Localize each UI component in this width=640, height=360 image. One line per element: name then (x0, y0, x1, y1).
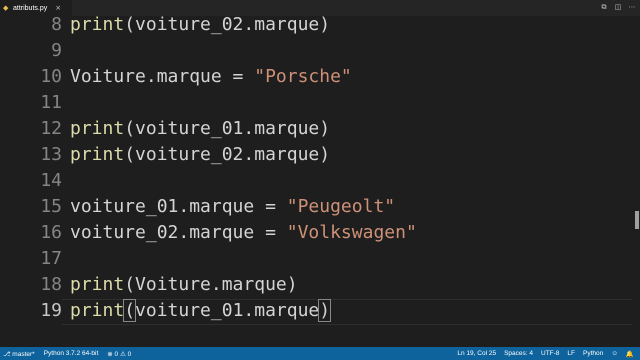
code-token: voiture_02.marque = (70, 222, 287, 243)
end-of-line[interactable]: LF (567, 350, 575, 357)
line-number: 16 (40, 222, 62, 243)
code-line[interactable]: print(voiture_01.marque) (70, 298, 332, 324)
line-number: 8 (51, 16, 62, 35)
problems-indicator[interactable]: ⊗ 0 ⚠ 0 (107, 350, 131, 358)
line-number: 15 (40, 196, 62, 217)
code-token: print (70, 144, 125, 165)
line-number: 11 (40, 92, 62, 113)
python-interpreter[interactable]: Python 3.7.2 64-bit (44, 350, 99, 357)
feedback-icon[interactable]: ☺ (611, 350, 618, 357)
language-mode[interactable]: Python (583, 350, 603, 357)
code-token: voiture_01.marque (135, 300, 320, 321)
code-token: print (70, 300, 125, 321)
indentation[interactable]: Spaces: 4 (504, 350, 533, 357)
close-icon[interactable]: × (55, 4, 61, 12)
code-token: "Peugeolt" (286, 196, 396, 217)
warning-count: 0 (127, 350, 132, 358)
code-line[interactable]: Voiture.marque = "Porsche" (70, 64, 352, 90)
code-token: voiture_01.marque = (70, 196, 287, 217)
cursor-position[interactable]: Ln 19, Col 25 (457, 350, 496, 357)
code-token: "Porsche" (254, 66, 352, 87)
line-number: 19 (40, 300, 62, 321)
line-number: 17 (40, 248, 62, 269)
code-token: print (70, 16, 125, 35)
code-token: (voiture_01.marque) (124, 118, 331, 139)
code-line[interactable]: voiture_02.marque = "Volkswagen" (70, 220, 417, 246)
line-number: 12 (40, 118, 62, 139)
more-actions-icon[interactable]: ⋯ (628, 3, 636, 12)
code-token: print (70, 274, 125, 295)
code-line[interactable]: print(voiture_02.marque) (70, 142, 330, 168)
line-number: 9 (51, 40, 62, 61)
code-line[interactable]: print(Voiture.marque) (70, 272, 298, 298)
python-file-icon: ◆ (3, 4, 9, 12)
code-token: (voiture_02.marque) (124, 16, 331, 35)
code-token: (voiture_02.marque) (124, 144, 331, 165)
encoding[interactable]: UTF-8 (541, 350, 559, 357)
branch-name: master* (12, 350, 35, 358)
tab-filename: attributs.py (13, 4, 48, 12)
code-token: ) (318, 299, 332, 322)
vertical-scrollbar[interactable] (632, 16, 640, 347)
code-line[interactable]: print(voiture_02.marque) (70, 16, 330, 38)
tab-bar: ◆ attributs.py × ⧉ ◫ ⋯ (0, 0, 640, 16)
line-number: 10 (40, 66, 62, 87)
code-token: (Voiture.marque) (124, 274, 298, 295)
code-line[interactable]: print(voiture_01.marque) (70, 116, 330, 142)
line-number: 18 (40, 274, 62, 295)
code-token: print (70, 118, 125, 139)
scrollbar-thumb[interactable] (635, 211, 639, 229)
status-bar: ⎇ master* Python 3.7.2 64-bit ⊗ 0 ⚠ 0 Ln… (0, 347, 640, 360)
error-count: 0 (114, 350, 119, 358)
editor-actions: ⧉ ◫ ⋯ (600, 3, 636, 12)
code-token: ( (123, 299, 137, 322)
code-token: Voiture.marque = (70, 66, 255, 87)
open-changes-icon[interactable]: ⧉ (600, 3, 608, 12)
line-number: 14 (40, 170, 62, 191)
code-editor[interactable]: 8 9 10 11 12 13 14 15 16 17 18 19 print(voiture_02.… (0, 16, 640, 347)
tab-attributs-py[interactable]: ◆ attributs.py × (0, 0, 72, 16)
code-line[interactable]: voiture_01.marque = "Peugeolt" (70, 194, 395, 220)
line-number: 13 (40, 144, 62, 165)
split-editor-icon[interactable]: ◫ (614, 3, 622, 12)
notifications-icon[interactable]: 🔔 (626, 350, 634, 358)
git-branch[interactable]: ⎇ master* (3, 350, 35, 358)
code-token: "Volkswagen" (286, 222, 417, 243)
